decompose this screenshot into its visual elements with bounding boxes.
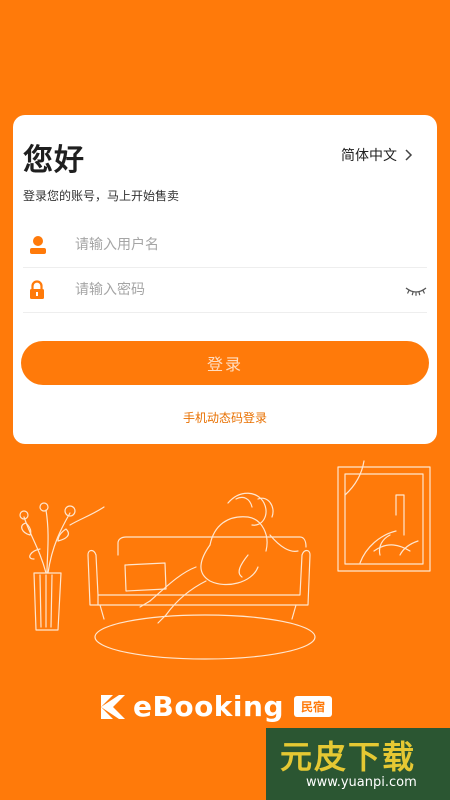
password-field <box>23 268 427 313</box>
language-selector[interactable]: 简体中文 <box>341 145 413 165</box>
eye-closed-icon[interactable] <box>405 282 427 301</box>
watermark-title: 元皮下载 <box>280 738 417 776</box>
login-card: 您好 简体中文 登录您的账号，马上开始售卖 请输入用户名 登录 手机动态码登录 <box>13 115 437 444</box>
username-field <box>23 223 427 268</box>
living-room-illustration <box>19 460 431 660</box>
brand-logo: eBooking 民宿 <box>99 690 333 723</box>
ebooking-logo-icon <box>101 694 125 719</box>
user-icon <box>29 233 61 257</box>
brand-name: eBooking <box>133 690 284 723</box>
username-input[interactable] <box>73 236 427 254</box>
watermark: 元皮下载 www.yuanpi.com <box>266 728 450 800</box>
login-subtitle: 登录您的账号，马上开始售卖 <box>23 189 180 203</box>
watermark-url: www.yuanpi.com <box>306 775 417 790</box>
chevron-right-icon <box>405 149 413 161</box>
sms-login-link[interactable]: 手机动态码登录 <box>13 409 437 426</box>
password-input[interactable] <box>73 281 427 299</box>
brand-tag: 民宿 <box>294 696 333 717</box>
lock-icon <box>29 278 61 302</box>
login-button-label: 登录 <box>206 357 243 374</box>
language-label: 简体中文 <box>341 148 397 164</box>
greeting-title: 您好 <box>23 143 85 178</box>
login-button[interactable]: 登录 <box>21 341 429 385</box>
